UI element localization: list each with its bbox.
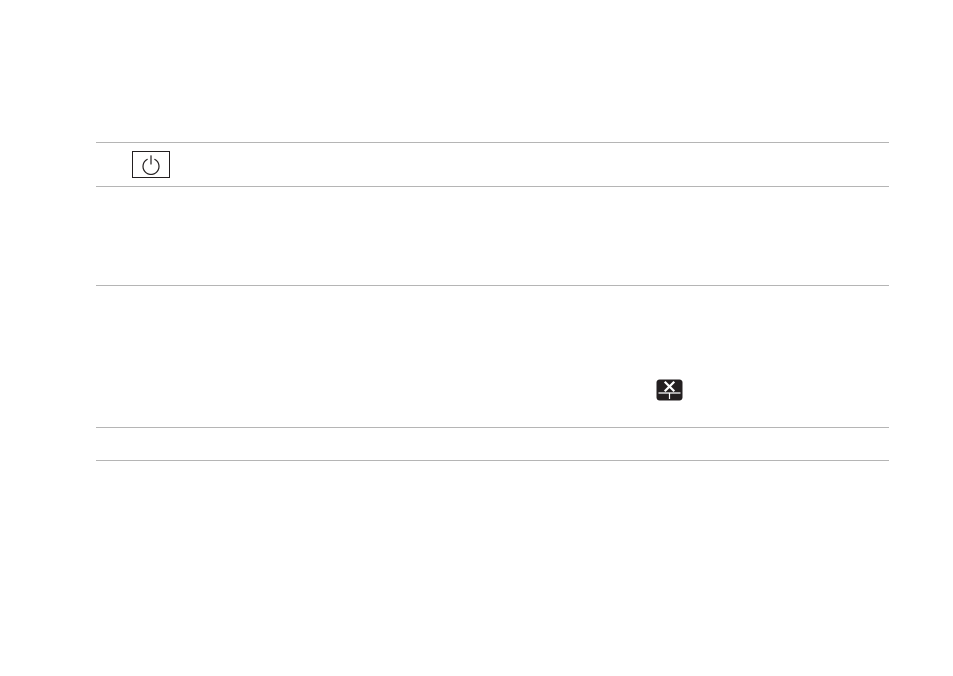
table-row-power [96, 143, 889, 186]
touchpad-disable-icon [656, 379, 683, 401]
table-row [96, 187, 889, 285]
power-icon [142, 154, 160, 175]
table-row [96, 428, 889, 460]
table-row-touchpad [96, 286, 889, 427]
power-button-icon [132, 151, 170, 178]
table-rule-bottom [96, 460, 889, 461]
